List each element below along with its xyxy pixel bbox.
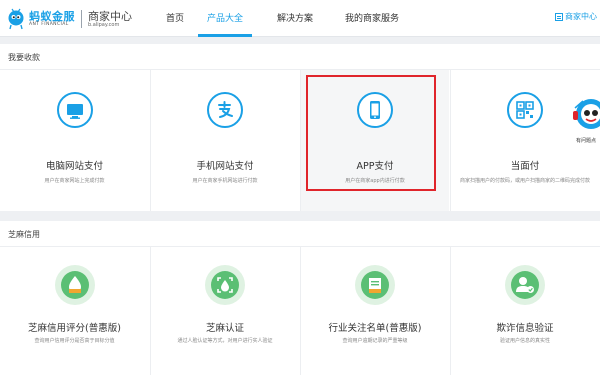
nav-active-indicator <box>198 34 252 37</box>
section-title: 我要收款 <box>8 53 40 62</box>
highlight-box <box>306 75 436 191</box>
merchant-center-link[interactable]: 商家中心 <box>555 10 597 23</box>
logo-subtitle: 商家中心 <box>88 9 132 23</box>
sesame-verify-icon <box>205 265 245 305</box>
section-sesame-credit: 芝麻信用 芝麻信用评分(普惠版) 查询用户信用评分是否高于目标分值 芝麻认证 通… <box>0 221 600 375</box>
alipay-icon <box>207 92 243 128</box>
product-card-sesame-verify[interactable]: 芝麻认证 通过人脸认证等方式，对用户进行实人验证 <box>150 247 299 375</box>
monitor-icon <box>56 92 93 128</box>
product-card-mobile-web[interactable]: 手机网站支付 用户在商家手机网站进行付款 <box>150 70 299 211</box>
qrcode-icon <box>507 92 543 128</box>
card-desc: 通过人脸认证等方式，对用户进行实人验证 <box>177 338 273 344</box>
card-title: 欺诈信息验证 <box>496 323 554 334</box>
card-desc: 用户在商家手机网站进行付款 <box>192 178 258 184</box>
section-title: 芝麻信用 <box>8 230 40 239</box>
logo-cn-text: 蚂蚁金服 <box>29 9 75 23</box>
user-verify-icon <box>505 265 545 305</box>
section-payments: 我要收款 电脑网站支付 用户在商家网站上完成付款 手机网站支付 用户在商家手机网… <box>0 44 600 211</box>
nav-home[interactable]: 首页 <box>166 11 184 24</box>
merchant-icon <box>555 12 563 21</box>
card-title: 电脑网站支付 <box>45 161 103 172</box>
nav-solutions[interactable]: 解决方案 <box>277 11 313 24</box>
help-robot-label[interactable]: 有问题点 <box>576 137 596 144</box>
top-header: 蚂蚁金服 ANT FINANCIAL 商家中心 b.alipay.com 首页 … <box>0 0 600 37</box>
card-title: 芝麻认证 <box>205 323 244 334</box>
card-title: 芝麻信用评分(普惠版) <box>28 323 121 334</box>
card-title: 手机网站支付 <box>196 161 254 172</box>
nav-products[interactable]: 产品大全 <box>207 11 243 24</box>
card-desc: 用户在商家网站上完成付款 <box>44 178 105 184</box>
help-robot-icon[interactable] <box>571 98 600 154</box>
card-desc: 商家扫描用户的付款码，或用户扫描商家的二维码完成付款 <box>459 178 590 184</box>
logo[interactable]: 蚂蚁金服 ANT FINANCIAL 商家中心 b.alipay.com <box>6 6 132 32</box>
product-card-sesame-score[interactable]: 芝麻信用评分(普惠版) 查询用户信用评分是否高于目标分值 <box>0 247 149 375</box>
card-title: 当面付 <box>510 161 540 172</box>
product-card-fraud-verify[interactable]: 欺诈信息验证 验证用户信息的真实性 <box>450 247 599 375</box>
card-title: 行业关注名单(普惠版) <box>328 323 422 334</box>
sesame-score-icon <box>54 265 95 305</box>
product-card-pc-web[interactable]: 电脑网站支付 用户在商家网站上完成付款 <box>0 70 149 211</box>
logo-en-text: ANT FINANCIAL <box>29 21 69 27</box>
logo-url: b.alipay.com <box>88 21 120 28</box>
card-desc: 验证用户信息的真实性 <box>499 338 550 344</box>
ant-logo-icon <box>6 8 26 30</box>
product-card-watchlist[interactable]: 行业关注名单(普惠版) 查询用户逾期记录的严重等级 <box>300 247 449 375</box>
card-desc: 查询用户逾期记录的严重等级 <box>342 338 408 344</box>
nav-my-services[interactable]: 我的商家服务 <box>345 11 399 24</box>
merchant-center-label: 商家中心 <box>565 12 597 21</box>
card-desc: 查询用户信用评分是否高于目标分值 <box>34 338 115 344</box>
watchlist-icon <box>355 265 395 305</box>
logo-divider <box>81 10 82 28</box>
